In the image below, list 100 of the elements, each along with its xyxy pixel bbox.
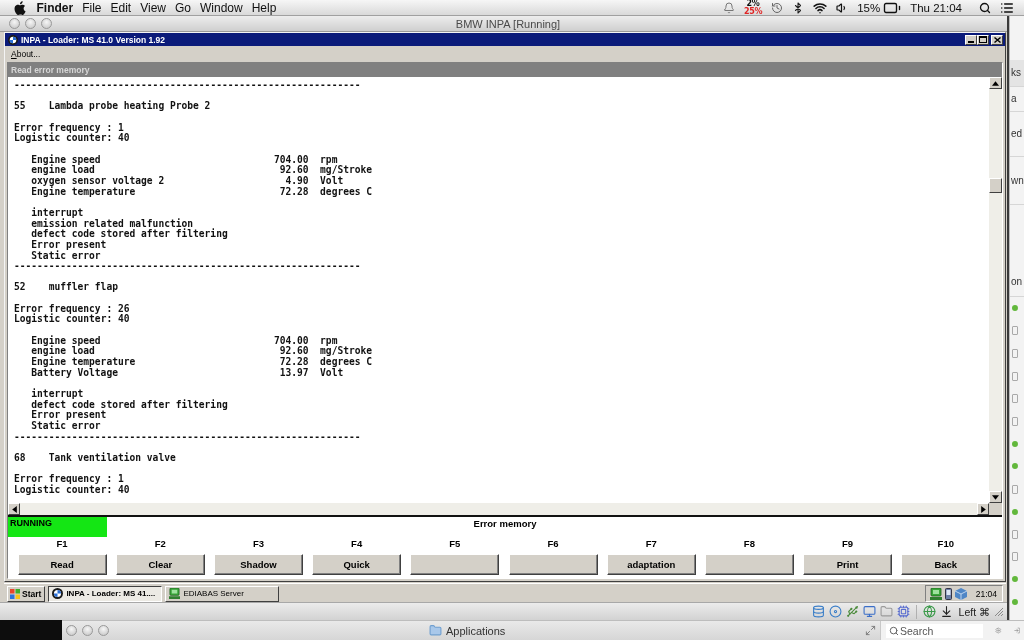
condition-value: 72.28 <box>279 357 309 368</box>
error-title: muffler flap <box>48 282 118 294</box>
menu-clock[interactable]: Thu 21:04 <box>910 0 962 15</box>
function-key-label: F5 <box>449 537 461 550</box>
chip-icon[interactable] <box>896 605 910 618</box>
minimize-icon <box>968 40 974 43</box>
condition-name: Engine speed <box>31 154 101 166</box>
cut-off-text: ks <box>1010 67 1021 79</box>
apple-icon[interactable] <box>14 0 26 15</box>
status-dot-icon <box>1012 440 1018 447</box>
scroll-down-button[interactable] <box>989 491 1002 503</box>
menu-item[interactable]: Edit <box>106 0 136 15</box>
roundel-icon <box>52 588 64 599</box>
usb-icon[interactable] <box>845 605 859 618</box>
error-status-text: Static error <box>31 250 101 262</box>
function-key-button[interactable] <box>508 554 598 575</box>
condition-value: 72.28 <box>279 186 309 198</box>
left-triangle-icon <box>11 505 17 513</box>
function-key-label: F2 <box>154 537 166 550</box>
function-key-button[interactable] <box>410 554 500 575</box>
expand-icon[interactable] <box>865 625 876 636</box>
cube-icon <box>954 587 967 600</box>
status-dot-icon <box>1012 576 1018 583</box>
condition-value: 92.60 <box>279 346 309 357</box>
function-key-button[interactable]: Quick <box>312 554 402 575</box>
condition-name: Battery Voltage <box>31 367 118 379</box>
minimize-button[interactable] <box>965 34 977 45</box>
host-key-label: Left ⌘ <box>958 605 990 618</box>
separator-line: ------------------------------------------------------------ <box>14 80 361 91</box>
taskbar-button[interactable]: INPA - Loader: MS 41.... <box>48 585 163 602</box>
error-code: 55 <box>14 101 26 112</box>
window-title: BMW INPA [Running] <box>455 17 561 30</box>
scroll-thumb[interactable] <box>989 178 1002 193</box>
scrollbar-corner <box>989 503 1002 515</box>
disc-icon[interactable] <box>828 605 842 618</box>
menu-item[interactable]: About... <box>11 47 41 60</box>
cut-off-text: wn <box>1010 174 1024 187</box>
close-button[interactable] <box>991 34 1003 45</box>
error-status-text: Error present <box>31 410 107 421</box>
menu-item[interactable]: File <box>77 0 106 15</box>
device-icon <box>1012 371 1018 381</box>
condition-name: Engine temperature <box>31 357 136 368</box>
list-icon[interactable] <box>1000 0 1014 15</box>
server-icon <box>929 587 942 600</box>
taskbar-button[interactable]: EDIABAS Server <box>165 585 280 602</box>
condition-unit: rpm <box>320 154 338 166</box>
scroll-right-button[interactable] <box>977 503 989 515</box>
database-icon[interactable] <box>811 605 825 618</box>
function-key-button[interactable]: Back <box>901 554 991 575</box>
function-key-button[interactable]: adaptation <box>606 554 696 575</box>
device-icon <box>1012 529 1018 539</box>
function-key-label: F10 <box>937 537 954 550</box>
cut-off-text: on <box>1010 276 1023 288</box>
search-field[interactable]: Search <box>886 623 983 638</box>
wifi-icon[interactable] <box>813 0 828 15</box>
condition-name: oxygen sensor voltage 2 <box>31 175 165 187</box>
download-icon[interactable] <box>939 605 953 618</box>
function-key-button[interactable]: Print <box>803 554 893 575</box>
menu-item[interactable]: Go <box>170 0 196 15</box>
error-status-text: emission related malfunction <box>31 218 194 229</box>
menu-item[interactable]: Window <box>195 0 248 15</box>
menu-item[interactable]: Help <box>247 0 281 15</box>
scroll-up-button[interactable] <box>989 77 1002 89</box>
down-triangle-icon <box>992 494 999 500</box>
condition-value: 704.00 <box>273 154 309 165</box>
maximize-button[interactable] <box>977 34 989 45</box>
function-key-label: F8 <box>743 537 755 550</box>
condition-value: 4.90 <box>285 175 309 187</box>
condition-unit: degrees C <box>320 186 373 198</box>
error-status-text: interrupt <box>31 207 84 219</box>
device-icon <box>1012 552 1018 562</box>
logistic-counter: Logistic counter: 40 <box>14 484 130 496</box>
condition-name: Engine speed <box>31 335 101 347</box>
function-key-button[interactable]: Read <box>17 554 107 575</box>
function-key-button[interactable]: Shadow <box>213 554 303 575</box>
device-icon <box>1012 349 1018 358</box>
window-title: Applications <box>446 624 506 637</box>
clock-arrow-icon[interactable] <box>771 1 784 14</box>
start-button[interactable]: Start <box>7 585 46 602</box>
search-icon[interactable] <box>979 1 991 14</box>
bell-icon[interactable] <box>722 1 735 14</box>
function-key-button[interactable] <box>704 554 794 575</box>
device-icon <box>1012 326 1018 336</box>
separator-line: ------------------------------------------------------------ <box>14 431 361 443</box>
menu-item[interactable]: Finder <box>32 0 78 15</box>
error-code: 68 <box>14 452 26 464</box>
menu-item[interactable]: View <box>135 0 171 15</box>
error-frequency: Error frequency : 1 <box>14 474 124 485</box>
device-icon <box>1012 394 1018 404</box>
scroll-left-button[interactable] <box>8 503 20 515</box>
cpu-reading: 25% <box>743 7 763 15</box>
close-icon <box>993 36 1001 43</box>
condition-value: 92.60 <box>279 165 309 176</box>
device-icon <box>1012 484 1018 494</box>
device-icon <box>1012 416 1018 426</box>
status-indicator: RUNNING <box>8 517 107 537</box>
monitor-icon[interactable] <box>862 605 876 618</box>
window-title: INPA - Loader: MS 41.0 Version 1.92 <box>21 33 166 46</box>
function-key-button[interactable]: Clear <box>115 554 205 575</box>
status-dot-icon <box>1012 599 1018 605</box>
